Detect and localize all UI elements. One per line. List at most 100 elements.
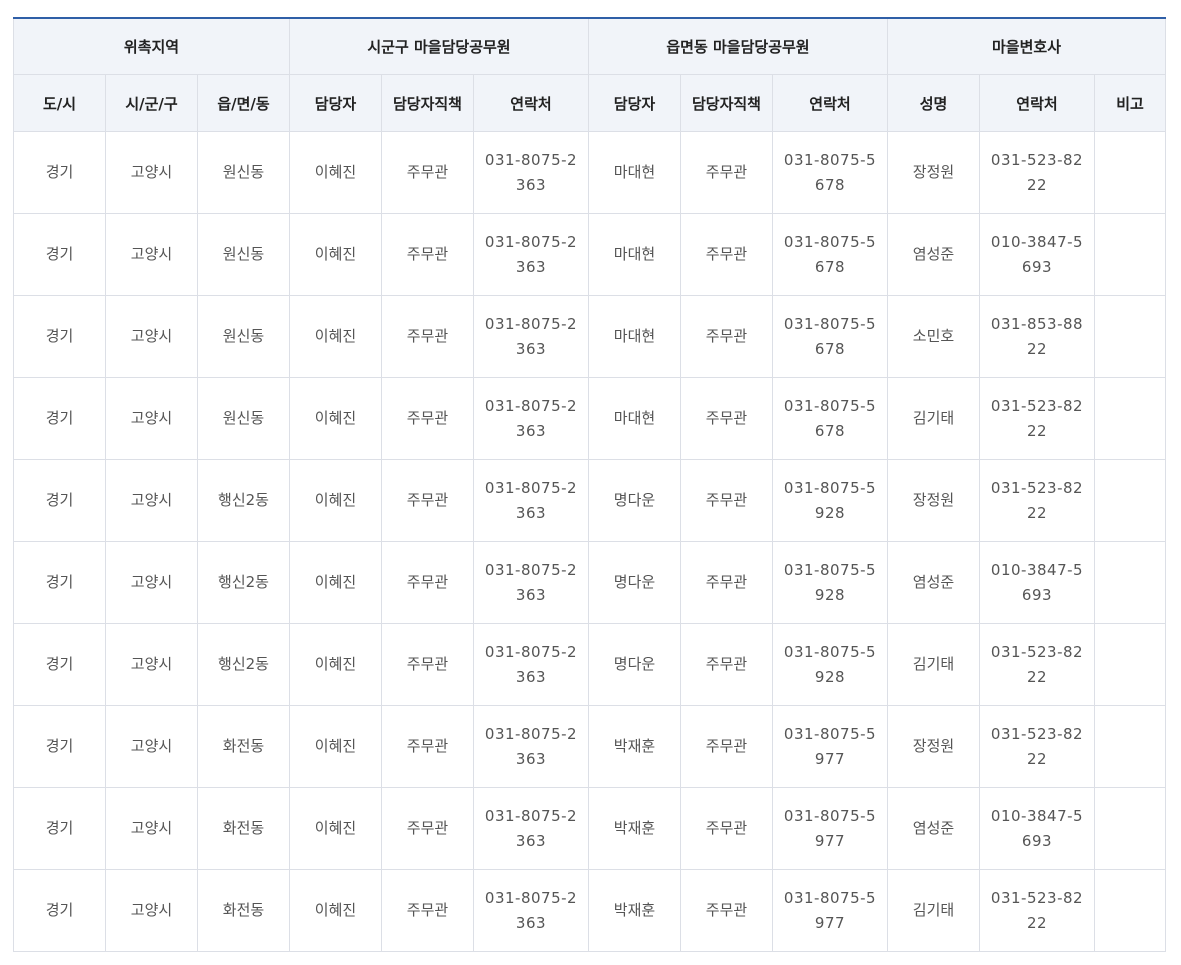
- cell-note: [1093, 787, 1167, 870]
- cell-sigungu-title: 주무관: [381, 377, 474, 460]
- cell-dong-manager: 명다운: [588, 459, 681, 542]
- column-header-sigungu-title: 담당자직책: [381, 74, 474, 132]
- cell-city: 고양시: [105, 131, 198, 214]
- table-row: 경기 고양시 원신동 이혜진 주무관 031-8075-2363 마대현 주무관 031-807…: [13, 213, 1167, 296]
- cell-sigungu-title: 주무관: [381, 213, 474, 296]
- cell-province: 경기: [13, 623, 106, 706]
- cell-dong-manager: 마대현: [588, 213, 681, 296]
- column-header-note: 비고: [1093, 74, 1167, 132]
- village-lawyer-table-container: 위촉지역 시군구 마을담당공무원 읍면동 마을담당공무원 마을변호사 도/시 시…: [13, 17, 1167, 952]
- column-header-dong-manager: 담당자: [588, 74, 681, 132]
- cell-dong-title: 주무관: [680, 295, 773, 378]
- cell-dong: 화전동: [197, 705, 290, 788]
- column-header-dong-contact: 연락처: [772, 74, 888, 132]
- cell-city: 고양시: [105, 787, 198, 870]
- cell-lawyer-contact: 031-523-8222: [979, 705, 1095, 788]
- cell-note: [1093, 869, 1167, 952]
- cell-dong-title: 주무관: [680, 131, 773, 214]
- cell-lawyer-contact: 010-3847-5693: [979, 541, 1095, 624]
- header-group-row: 위촉지역 시군구 마을담당공무원 읍면동 마을담당공무원 마을변호사: [13, 17, 1167, 75]
- cell-province: 경기: [13, 131, 106, 214]
- cell-sigungu-title: 주무관: [381, 295, 474, 378]
- cell-sigungu-title: 주무관: [381, 623, 474, 706]
- cell-lawyer-name: 장정원: [887, 705, 980, 788]
- cell-sigungu-contact: 031-8075-2363: [473, 869, 589, 952]
- cell-note: [1093, 459, 1167, 542]
- cell-dong-title: 주무관: [680, 705, 773, 788]
- table-row: 경기 고양시 행신2동 이혜진 주무관 031-8075-2363 명다운 주무관 031-80…: [13, 541, 1167, 624]
- cell-sigungu-contact: 031-8075-2363: [473, 705, 589, 788]
- cell-dong: 행신2동: [197, 459, 290, 542]
- column-header-city: 시/군/구: [105, 74, 198, 132]
- cell-city: 고양시: [105, 541, 198, 624]
- cell-city: 고양시: [105, 295, 198, 378]
- cell-note: [1093, 213, 1167, 296]
- cell-sigungu-manager: 이혜진: [289, 459, 382, 542]
- cell-lawyer-contact: 031-523-8222: [979, 377, 1095, 460]
- cell-city: 고양시: [105, 213, 198, 296]
- cell-sigungu-title: 주무관: [381, 459, 474, 542]
- cell-city: 고양시: [105, 623, 198, 706]
- cell-dong-contact: 031-8075-5977: [772, 787, 888, 870]
- table-row: 경기 고양시 행신2동 이혜진 주무관 031-8075-2363 명다운 주무관 031-80…: [13, 459, 1167, 542]
- cell-sigungu-contact: 031-8075-2363: [473, 295, 589, 378]
- cell-note: [1093, 377, 1167, 460]
- cell-lawyer-name: 염성준: [887, 213, 980, 296]
- column-header-sigungu-contact: 연락처: [473, 74, 589, 132]
- column-header-lawyer-name: 성명: [887, 74, 980, 132]
- cell-sigungu-contact: 031-8075-2363: [473, 459, 589, 542]
- cell-sigungu-contact: 031-8075-2363: [473, 623, 589, 706]
- cell-dong-contact: 031-8075-5928: [772, 623, 888, 706]
- table-header: 위촉지역 시군구 마을담당공무원 읍면동 마을담당공무원 마을변호사 도/시 시…: [13, 17, 1167, 132]
- cell-lawyer-contact: 031-523-8222: [979, 459, 1095, 542]
- cell-dong: 행신2동: [197, 623, 290, 706]
- group-header-eupmyeondong-official: 읍면동 마을담당공무원: [588, 17, 888, 75]
- table-row: 경기 고양시 화전동 이혜진 주무관 031-8075-2363 박재훈 주무관 031-807…: [13, 705, 1167, 788]
- cell-dong-title: 주무관: [680, 459, 773, 542]
- cell-lawyer-name: 장정원: [887, 459, 980, 542]
- group-header-region: 위촉지역: [13, 17, 290, 75]
- cell-lawyer-contact: 031-853-8822: [979, 295, 1095, 378]
- cell-province: 경기: [13, 295, 106, 378]
- cell-province: 경기: [13, 541, 106, 624]
- cell-sigungu-manager: 이혜진: [289, 541, 382, 624]
- cell-dong-manager: 명다운: [588, 623, 681, 706]
- cell-sigungu-manager: 이혜진: [289, 131, 382, 214]
- cell-dong-manager: 박재훈: [588, 705, 681, 788]
- cell-province: 경기: [13, 787, 106, 870]
- cell-province: 경기: [13, 705, 106, 788]
- cell-sigungu-title: 주무관: [381, 787, 474, 870]
- cell-province: 경기: [13, 377, 106, 460]
- cell-city: 고양시: [105, 459, 198, 542]
- cell-dong-contact: 031-8075-5678: [772, 377, 888, 460]
- cell-sigungu-title: 주무관: [381, 869, 474, 952]
- cell-dong-contact: 031-8075-5977: [772, 705, 888, 788]
- column-header-lawyer-contact: 연락처: [979, 74, 1095, 132]
- cell-dong-contact: 031-8075-5678: [772, 131, 888, 214]
- cell-lawyer-name: 장정원: [887, 131, 980, 214]
- table-row: 경기 고양시 원신동 이혜진 주무관 031-8075-2363 마대현 주무관 031-807…: [13, 131, 1167, 214]
- cell-dong-title: 주무관: [680, 869, 773, 952]
- group-header-sigungu-official: 시군구 마을담당공무원: [289, 17, 589, 75]
- table-row: 경기 고양시 원신동 이혜진 주무관 031-8075-2363 마대현 주무관 031-807…: [13, 295, 1167, 378]
- cell-sigungu-contact: 031-8075-2363: [473, 131, 589, 214]
- cell-lawyer-contact: 010-3847-5693: [979, 787, 1095, 870]
- cell-dong-manager: 박재훈: [588, 787, 681, 870]
- cell-dong-contact: 031-8075-5678: [772, 213, 888, 296]
- cell-sigungu-manager: 이혜진: [289, 295, 382, 378]
- cell-dong-title: 주무관: [680, 541, 773, 624]
- cell-sigungu-manager: 이혜진: [289, 787, 382, 870]
- cell-dong: 행신2동: [197, 541, 290, 624]
- cell-sigungu-manager: 이혜진: [289, 213, 382, 296]
- cell-dong-manager: 마대현: [588, 377, 681, 460]
- cell-lawyer-contact: 010-3847-5693: [979, 213, 1095, 296]
- cell-sigungu-title: 주무관: [381, 705, 474, 788]
- cell-dong-title: 주무관: [680, 377, 773, 460]
- cell-province: 경기: [13, 869, 106, 952]
- cell-note: [1093, 295, 1167, 378]
- cell-lawyer-name: 김기태: [887, 377, 980, 460]
- cell-lawyer-name: 김기태: [887, 869, 980, 952]
- cell-lawyer-name: 염성준: [887, 787, 980, 870]
- header-column-row: 도/시 시/군/구 읍/면/동 담당자 담당자직책 연락처 담당자 담당자직책 …: [13, 74, 1167, 132]
- cell-sigungu-manager: 이혜진: [289, 705, 382, 788]
